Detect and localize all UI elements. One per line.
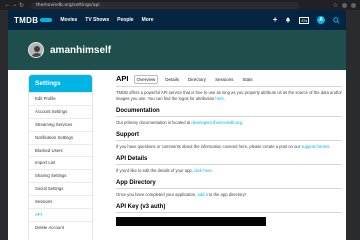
app-directory-heading: App Directory: [116, 180, 156, 186]
tab-stats[interactable]: Stats: [240, 76, 254, 83]
sidebar-item-streaming-services[interactable]: Streaming Services: [29, 117, 92, 131]
divider: [116, 164, 342, 165]
tab-sessions[interactable]: Sessions: [213, 76, 235, 83]
documentation-heading: Documentation: [116, 108, 160, 114]
sidebar-item-account-settings[interactable]: Account Settings: [29, 104, 92, 118]
search-icon[interactable]: [333, 16, 340, 24]
sidebar-item-delete-account[interactable]: Delete Account: [29, 220, 92, 234]
settings-content: Settings Edit Profile Account Settings S…: [8, 70, 346, 240]
documentation-link[interactable]: developers.themoviedb.org: [191, 120, 242, 125]
api-details-text: If you'd like to edit the details of you…: [116, 168, 213, 173]
api-key-redacted: [116, 217, 266, 226]
address-bar[interactable]: themoviedb.org/settings/api: [31, 1, 299, 9]
settings-sidebar: Settings Edit Profile Account Settings S…: [28, 74, 93, 240]
browser-toolbar: ← → ↻ themoviedb.org/settings/api ☆: [0, 0, 360, 10]
support-text: If you have questions or comments about …: [116, 144, 331, 149]
sidebar-title: Settings: [29, 75, 92, 92]
extension-icon[interactable]: [342, 2, 347, 8]
sidebar-item-import-list[interactable]: Import List: [29, 156, 92, 169]
tmdb-logo[interactable]: TMDB: [14, 16, 53, 25]
api-details-heading: API Details: [116, 156, 148, 162]
nav-more[interactable]: More: [142, 17, 154, 23]
sidebar-item-api[interactable]: API: [29, 208, 92, 221]
divider: [116, 140, 342, 141]
profile-icon[interactable]: [351, 2, 356, 8]
profile-banner: amanhimself: [8, 30, 346, 70]
sidebar-item-sharing-settings[interactable]: Sharing Settings: [29, 169, 92, 182]
nav-movies[interactable]: Movies: [60, 17, 77, 23]
sidebar-item-edit-profile[interactable]: Edit Profile: [29, 92, 92, 105]
documentation-text: Our primary documentation is located at …: [116, 120, 244, 125]
bookmark-star-icon[interactable]: ☆: [333, 2, 338, 9]
web-page: TMDB Movies TV Shows People More + EN A …: [8, 10, 346, 240]
nav-tv-shows[interactable]: TV Shows: [85, 17, 109, 23]
add-icon[interactable]: +: [273, 16, 278, 24]
tab-overview[interactable]: Overview: [133, 75, 159, 84]
add-to-directory-link[interactable]: add it: [197, 192, 207, 197]
profile-avatar[interactable]: [28, 42, 44, 58]
support-forums-link[interactable]: support forums: [301, 144, 329, 149]
sidebar-item-social-settings[interactable]: Social Settings: [29, 182, 92, 195]
api-intro: TMDB offers a powerful API service that …: [116, 90, 342, 101]
nav-people[interactable]: People: [117, 17, 133, 23]
divider: [116, 188, 342, 189]
reload-icon[interactable]: ↻: [18, 2, 25, 9]
tab-details[interactable]: Details: [163, 76, 181, 83]
divider: [116, 116, 342, 117]
profile-username[interactable]: amanhimself: [50, 45, 111, 56]
edit-app-link[interactable]: click here: [194, 168, 212, 173]
page-title: API: [116, 74, 129, 83]
forward-icon[interactable]: →: [11, 2, 18, 8]
sidebar-item-sessions[interactable]: Sessions: [29, 195, 92, 208]
sidebar-item-blocked-users[interactable]: Blocked Users: [29, 143, 92, 157]
api-panel: API Overview Details Directory Sessions …: [116, 74, 342, 226]
divider: [116, 86, 342, 87]
bell-icon[interactable]: [285, 17, 291, 23]
sidebar-item-notification-settings[interactable]: Notification Settings: [29, 130, 92, 144]
tab-directory[interactable]: Directory: [186, 76, 208, 83]
back-icon[interactable]: ←: [4, 2, 11, 8]
support-heading: Support: [116, 132, 139, 138]
app-directory-text: Once you have completed your application…: [116, 192, 246, 197]
user-avatar[interactable]: A: [317, 16, 325, 24]
api-key-heading: API Key (v3 auth): [116, 204, 166, 210]
attribution-link[interactable]: here: [215, 96, 223, 101]
language-selector[interactable]: EN: [299, 16, 309, 24]
top-navigation: TMDB Movies TV Shows People More + EN A: [8, 10, 346, 30]
divider: [116, 212, 342, 213]
